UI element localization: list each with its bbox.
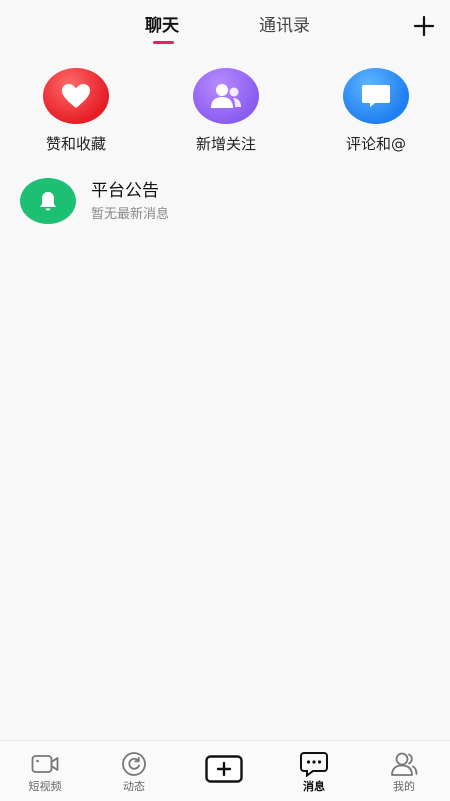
likes-and-favorites-button[interactable]: 赞和收藏 <box>21 68 131 154</box>
chat-bubble-icon <box>282 751 346 777</box>
new-followers-label: 新增关注 <box>195 135 256 153</box>
nav-profile-label: 我的 <box>393 780 415 793</box>
bell-icon <box>20 178 76 224</box>
nav-messages-label: 消息 <box>303 780 325 793</box>
comments-and-mentions-label: 评论和@ <box>345 135 406 153</box>
platform-announcement-item[interactable]: 平台公告 暂无最新消息 <box>0 170 450 232</box>
tab-contacts[interactable]: 通讯录 <box>259 14 310 38</box>
create-plus-icon[interactable] <box>205 755 243 783</box>
new-followers-button[interactable]: 新增关注 <box>171 68 281 154</box>
heart-icon <box>43 68 109 124</box>
comment-icon <box>343 68 409 124</box>
comments-and-mentions-button[interactable]: 评论和@ <box>321 68 431 154</box>
nav-profile[interactable]: 我的 <box>372 751 436 795</box>
nav-messages[interactable]: 消息 <box>282 751 346 795</box>
refresh-circle-icon <box>102 751 166 777</box>
nav-short-video-label: 短视频 <box>28 780 62 793</box>
active-tab-indicator <box>153 41 174 44</box>
top-bar: 聊天 通讯录 <box>0 0 450 50</box>
nav-moments-label: 动态 <box>123 780 145 793</box>
user-icon <box>372 751 436 777</box>
announcement-title: 平台公告 <box>91 181 159 201</box>
likes-and-favorites-label: 赞和收藏 <box>45 135 106 153</box>
plus-icon[interactable] <box>412 14 436 38</box>
video-camera-icon <box>13 751 77 777</box>
bottom-navigation: 短视频 动态 消息 我的 <box>0 740 450 801</box>
nav-short-video[interactable]: 短视频 <box>13 751 77 795</box>
nav-moments[interactable]: 动态 <box>102 751 166 795</box>
users-icon <box>193 68 259 124</box>
tab-chat[interactable]: 聊天 <box>145 14 179 38</box>
announcement-subtitle: 暂无最新消息 <box>91 207 170 222</box>
